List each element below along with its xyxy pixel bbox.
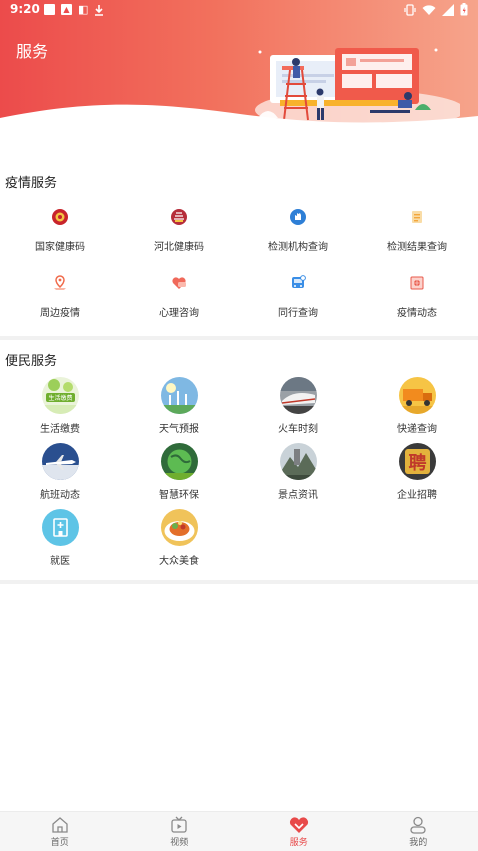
national-emblem-icon (45, 202, 75, 232)
service-label: 大众美食 (159, 556, 199, 567)
vibrate-icon (404, 3, 416, 16)
status-bar: 9:20 ▲ ◧ (0, 0, 478, 20)
service-label: 天气预报 (159, 424, 199, 435)
nav-home[interactable]: 首页 (0, 812, 120, 851)
section-divider (0, 336, 478, 340)
service-test-results[interactable]: 检测结果查询 (357, 202, 477, 253)
nav-service[interactable]: 服务 (239, 812, 359, 851)
service-psych-consult[interactable]: 心理咨询 (119, 268, 239, 319)
service-recruitment[interactable]: 聘 企业招聘 (357, 443, 477, 501)
scenic-photo (279, 443, 317, 480)
service-label: 生活缴费 (40, 424, 80, 435)
service-hebei-health-code[interactable]: 河北健康码 (119, 202, 239, 253)
header-banner: 9:20 ▲ ◧ 服务 (0, 0, 478, 160)
header-wave (0, 104, 478, 160)
service-label: 心理咨询 (159, 308, 199, 319)
document-icon (402, 202, 432, 232)
notification-app-icon: ◧ (78, 3, 89, 16)
video-icon (171, 816, 187, 833)
status-time: 9:20 (10, 2, 40, 16)
airplane-photo (41, 443, 79, 480)
download-icon (95, 4, 104, 16)
service-label: 就医 (50, 556, 70, 567)
user-icon (410, 816, 426, 834)
nav-label: 我的 (409, 837, 428, 848)
weather-photo (160, 377, 198, 414)
bus-icon (283, 268, 313, 298)
signal-icon (442, 3, 454, 16)
hand-icon (283, 202, 313, 232)
bottom-navigation: 首页 视频 服务 我的 (0, 811, 478, 851)
service-fellow-traveler[interactable]: 同行查询 (238, 268, 358, 319)
epidemic-section-title: 疫情服务 (5, 176, 58, 191)
service-heart-icon (289, 816, 308, 833)
food-photo (160, 509, 198, 546)
service-label: 火车时刻 (278, 424, 318, 435)
express-truck-photo (398, 377, 436, 414)
service-label: 国家健康码 (35, 242, 85, 253)
service-label: 检测结果查询 (387, 242, 447, 253)
life-payment-photo: 生活缴费 (41, 377, 79, 414)
service-life-payment[interactable]: 生活缴费 生活缴费 (0, 377, 120, 435)
page-title: 服务 (16, 42, 49, 61)
service-label: 快递查询 (397, 424, 437, 435)
nav-mine[interactable]: 我的 (359, 812, 478, 851)
convenience-section-title: 便民服务 (5, 354, 58, 369)
hospital-icon (41, 509, 79, 546)
service-scenic-info[interactable]: 景点资讯 (238, 443, 358, 501)
service-label: 疫情动态 (397, 308, 437, 319)
section-divider (0, 580, 478, 584)
service-train-schedule[interactable]: 火车时刻 (238, 377, 358, 435)
service-label: 周边疫情 (40, 308, 80, 319)
service-label: 智慧环保 (159, 490, 199, 501)
nav-label: 视频 (170, 837, 189, 848)
service-smart-environment[interactable]: 智慧环保 (119, 443, 239, 501)
service-nearby-epidemic[interactable]: 周边疫情 (0, 268, 120, 319)
notification-square-icon (44, 4, 55, 15)
service-epidemic-news[interactable]: 疫情动态 (357, 268, 477, 319)
service-label: 企业招聘 (397, 490, 437, 501)
service-label: 景点资讯 (278, 490, 318, 501)
nav-label: 首页 (50, 837, 69, 848)
svg-text:生活缴费: 生活缴费 (48, 394, 72, 402)
hebei-emblem-icon (164, 202, 194, 232)
service-medical[interactable]: 就医 (0, 509, 120, 567)
service-label: 检测机构查询 (268, 242, 328, 253)
service-label: 河北健康码 (154, 242, 204, 253)
battery-icon (460, 3, 468, 16)
recruit-photo: 聘 (398, 443, 436, 480)
nav-video[interactable]: 视频 (120, 812, 240, 851)
service-weather[interactable]: 天气预报 (119, 377, 239, 435)
service-express-query[interactable]: 快递查询 (357, 377, 477, 435)
svg-text:聘: 聘 (408, 452, 426, 474)
service-label: 航班动态 (40, 490, 80, 501)
heart-chat-icon (164, 268, 194, 298)
service-testing-institutions[interactable]: 检测机构查询 (238, 202, 358, 253)
train-photo (279, 377, 317, 414)
service-popular-food[interactable]: 大众美食 (119, 509, 239, 567)
earth-photo (160, 443, 198, 480)
service-national-health-code[interactable]: 国家健康码 (0, 202, 120, 253)
service-flight-status[interactable]: 航班动态 (0, 443, 120, 501)
wifi-icon (422, 4, 436, 15)
nav-label: 服务 (289, 837, 308, 848)
news-icon (402, 268, 432, 298)
home-icon (52, 816, 68, 833)
location-map-icon (45, 268, 75, 298)
service-label: 同行查询 (278, 308, 318, 319)
notification-a-icon: ▲ (61, 4, 72, 15)
